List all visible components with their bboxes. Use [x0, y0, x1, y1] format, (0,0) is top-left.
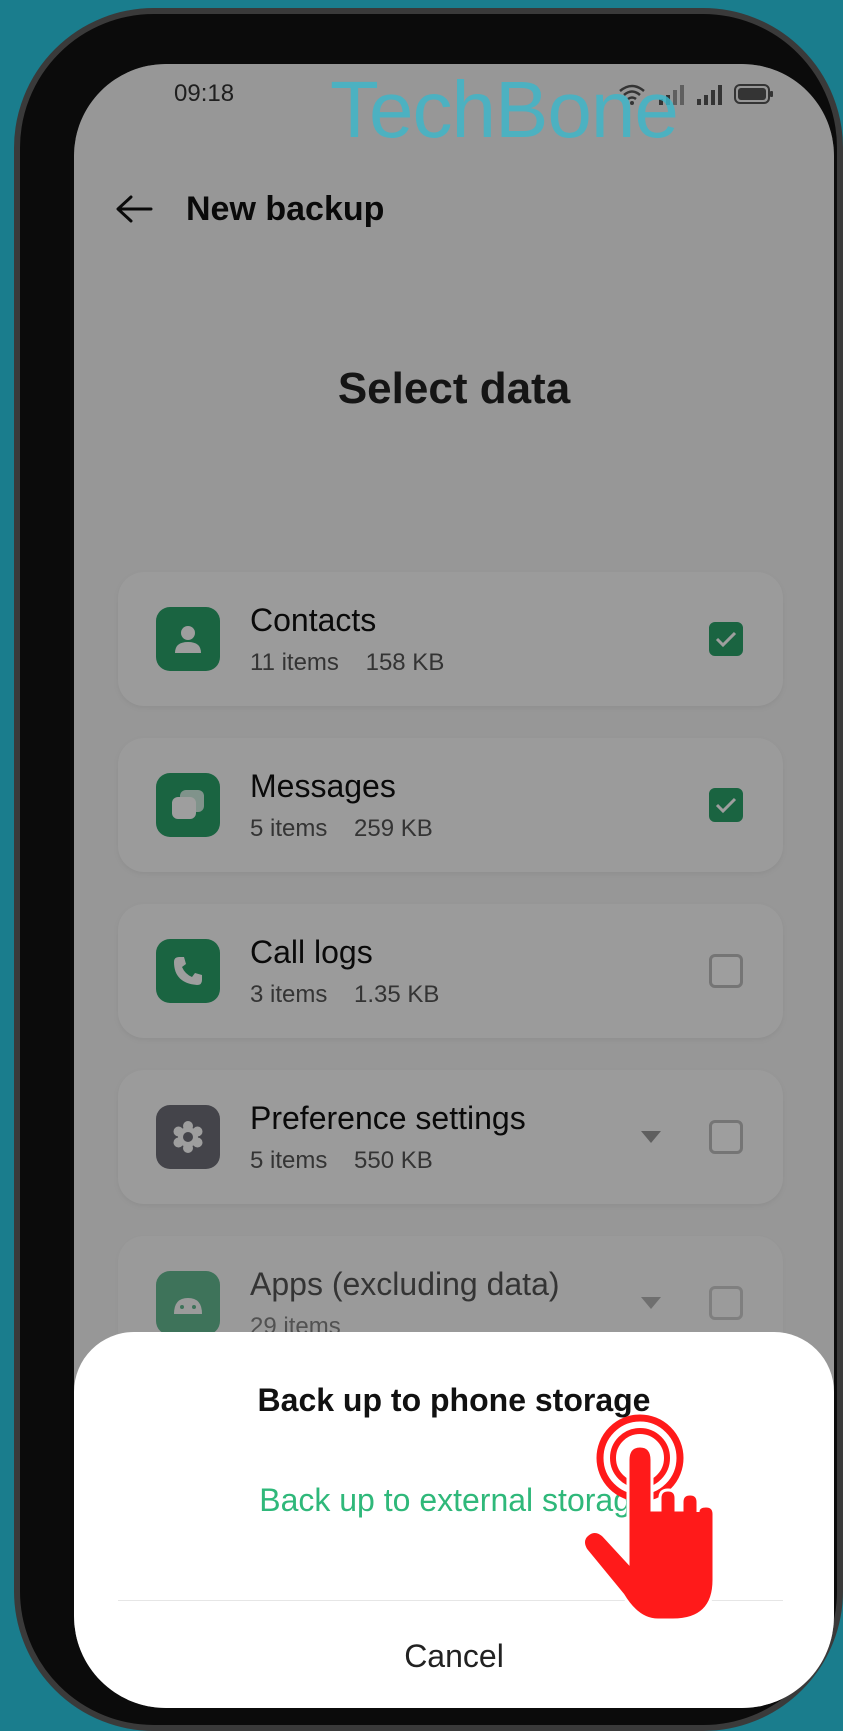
- cancel-button[interactable]: Cancel: [74, 1638, 834, 1675]
- tap-gesture-icon: [581, 1414, 716, 1622]
- watermark-logo: TechBone: [330, 65, 679, 154]
